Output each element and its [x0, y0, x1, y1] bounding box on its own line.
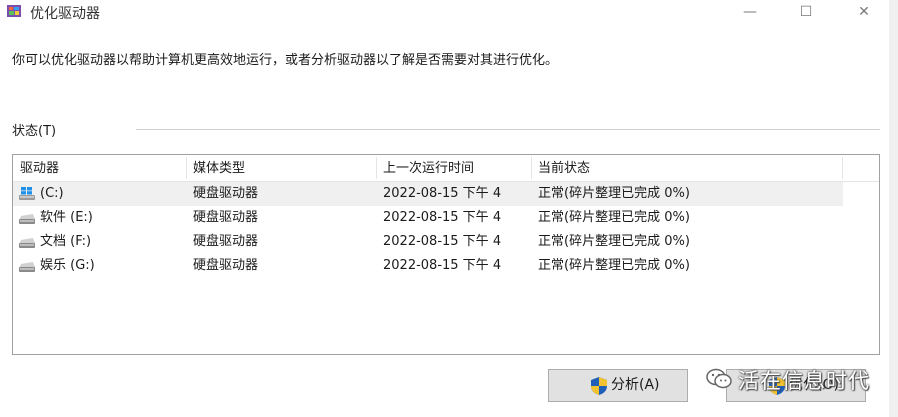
drive-name: 娱乐 (G:): [40, 258, 95, 273]
hard-drive-icon: [19, 262, 35, 272]
current-status: 正常(碎片整理已完成 0%): [538, 234, 690, 249]
analyze-button-label: 分析(A): [611, 377, 660, 393]
column-divider[interactable]: [186, 157, 187, 179]
status-label: 状态(T): [12, 124, 57, 139]
table-row[interactable]: 娱乐 (G:) 硬盘驱动器 2022-08-15 下午 4 正常(碎片整理已完成…: [13, 254, 843, 278]
watermark: 活在信息时代: [706, 364, 884, 396]
current-status: 正常(碎片整理已完成 0%): [538, 186, 690, 201]
table-row[interactable]: 软件 (E:) 硬盘驱动器 2022-08-15 下午 4 正常(碎片整理已完成…: [13, 206, 843, 230]
drive-name: 软件 (E:): [40, 210, 93, 225]
media-type: 硬盘驱动器: [193, 186, 259, 201]
last-run-time: 2022-08-15 下午 4: [383, 258, 502, 273]
last-run-time: 2022-08-15 下午 4: [383, 210, 502, 225]
analyze-button[interactable]: 分析(A): [548, 369, 688, 402]
defrag-app-icon: [7, 5, 21, 17]
last-run-time: 2022-08-15 下午 4: [383, 234, 502, 249]
uac-shield-icon: [591, 377, 607, 395]
column-header-drive[interactable]: 驱动器: [20, 155, 59, 181]
hard-drive-icon: [19, 214, 35, 224]
column-header-status[interactable]: 当前状态: [538, 155, 590, 181]
media-type: 硬盘驱动器: [193, 210, 259, 225]
current-status: 正常(碎片整理已完成 0%): [538, 258, 690, 273]
wechat-icon: [706, 368, 732, 389]
maximize-icon[interactable]: ☐: [796, 2, 816, 22]
column-divider[interactable]: [531, 157, 532, 179]
last-run-time: 2022-08-15 下午 4: [383, 186, 502, 201]
title-bar[interactable]: 优化驱动器 — ☐ ✕: [0, 0, 898, 24]
column-divider[interactable]: [376, 157, 377, 179]
current-status: 正常(碎片整理已完成 0%): [538, 210, 690, 225]
column-divider[interactable]: [842, 157, 843, 179]
windows-drive-icon: [19, 187, 35, 200]
drive-list[interactable]: 驱动器 媒体类型 上一次运行时间 当前状态 (C:) 硬盘驱动器 2022-08…: [12, 154, 880, 355]
minimize-icon[interactable]: —: [740, 2, 760, 22]
watermark-text: 活在信息时代: [738, 369, 870, 393]
table-row[interactable]: 文档 (F:) 硬盘驱动器 2022-08-15 下午 4 正常(碎片整理已完成…: [13, 230, 843, 254]
column-header-last-run[interactable]: 上一次运行时间: [383, 155, 474, 181]
window-edge-scrollbar[interactable]: [889, 0, 898, 417]
drive-name: 文档 (F:): [40, 234, 92, 249]
table-row[interactable]: (C:) 硬盘驱动器 2022-08-15 下午 4 正常(碎片整理已完成 0%…: [13, 182, 843, 206]
hard-drive-icon: [19, 238, 35, 248]
table-header: 驱动器 媒体类型 上一次运行时间 当前状态: [13, 155, 879, 182]
drive-name: (C:): [40, 186, 64, 201]
media-type: 硬盘驱动器: [193, 258, 259, 273]
window-title: 优化驱动器: [30, 6, 100, 22]
description-text: 你可以优化驱动器以帮助计算机更高效地运行，或者分析驱动器以了解是否需要对其进行优…: [12, 53, 559, 68]
status-divider: [136, 129, 880, 130]
column-header-media-type[interactable]: 媒体类型: [193, 155, 245, 181]
media-type: 硬盘驱动器: [193, 234, 259, 249]
close-icon[interactable]: ✕: [854, 2, 874, 22]
